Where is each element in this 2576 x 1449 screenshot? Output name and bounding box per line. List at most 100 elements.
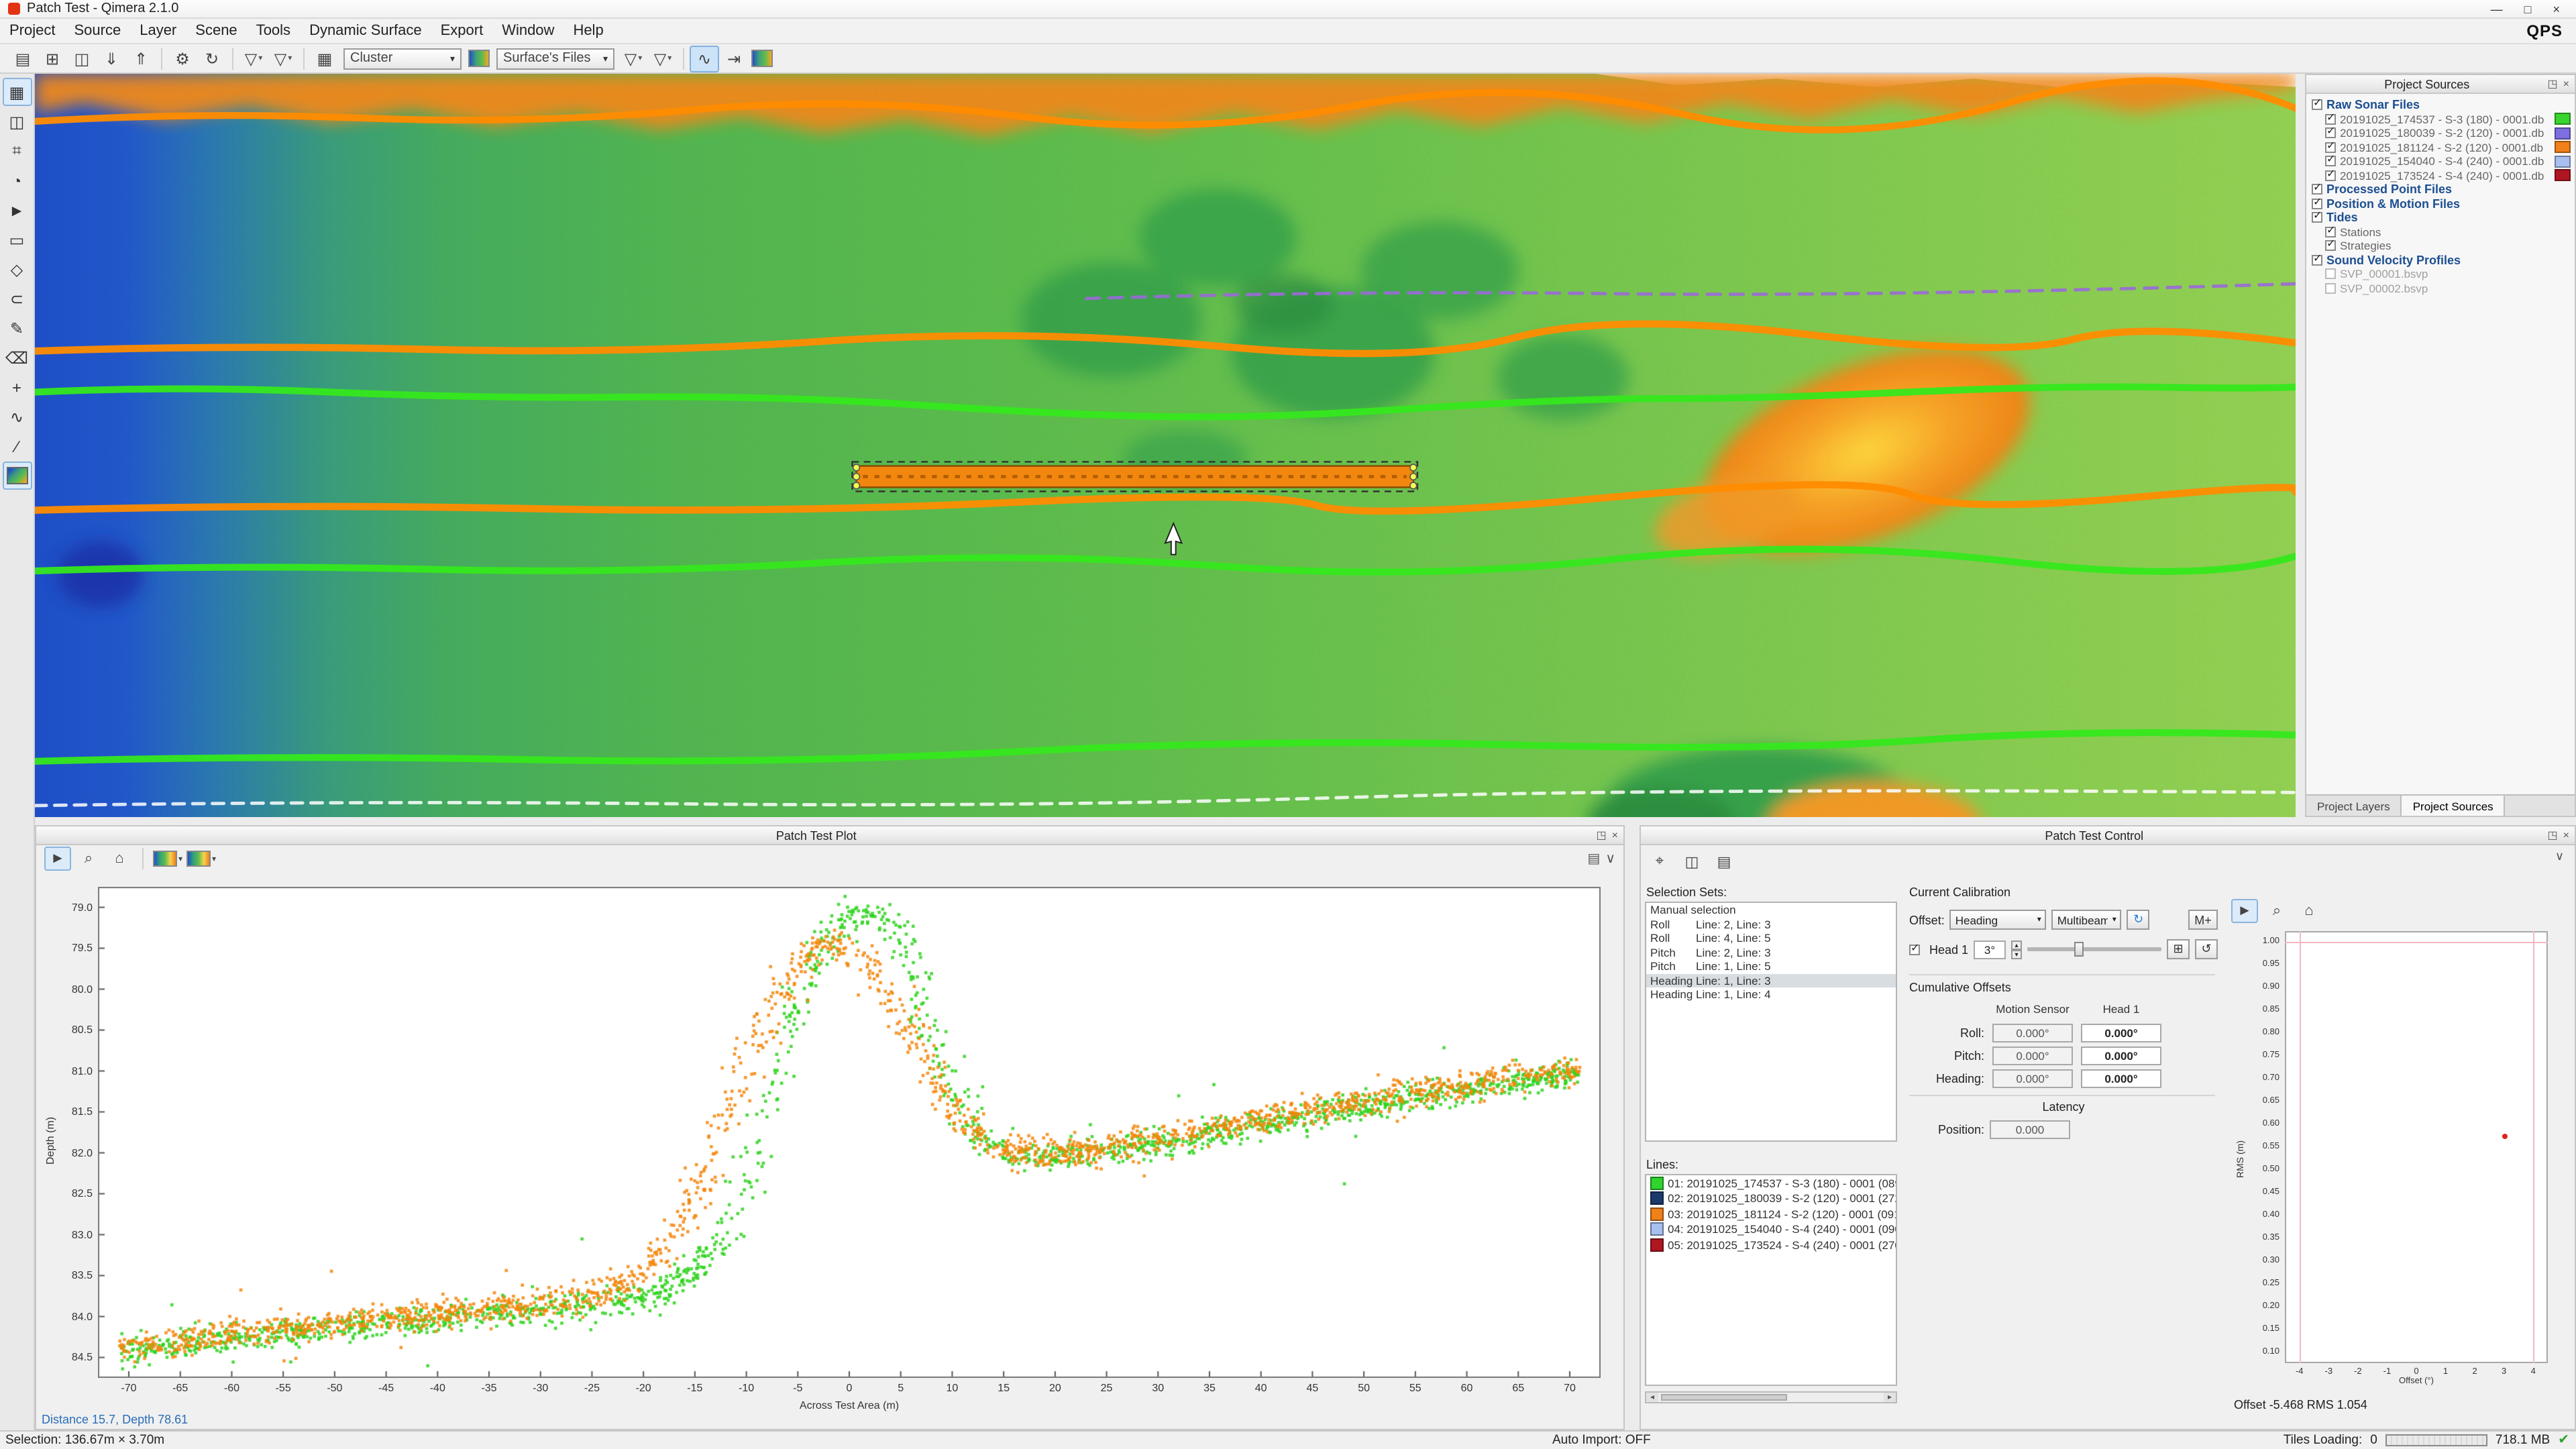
polygon-select-icon[interactable]: ◇	[2, 255, 32, 283]
tree-row[interactable]: 20191025_174537 - S-3 (180) - 0001.db	[2306, 112, 2575, 126]
tree-checkbox[interactable]	[2325, 170, 2336, 181]
tree-checkbox[interactable]	[2325, 156, 2336, 167]
menu-item-source[interactable]: Source	[65, 23, 131, 39]
lasso-select-icon[interactable]: ⊂	[2, 284, 32, 313]
save-selection-icon[interactable]: ◫	[1678, 849, 1705, 873]
sonar-select[interactable]: Multibeam	[2052, 910, 2122, 930]
plot-colormap2-button[interactable]	[186, 851, 216, 867]
tab-project-layers[interactable]: Project Layers	[2306, 796, 2402, 816]
import-data-icon[interactable]: ⇓	[97, 45, 126, 72]
map-dock-splitter[interactable]	[2296, 74, 2305, 817]
rect-select-icon[interactable]: ▭	[2, 225, 32, 254]
line-row[interactable]: 03: 20191025_181124 - S-2 (120) - 0001 (…	[1646, 1206, 1896, 1222]
surface-swatch-icon[interactable]	[468, 50, 490, 67]
plot-float-icon[interactable]	[1597, 829, 1607, 841]
save-project-icon[interactable]: ◫	[67, 45, 97, 72]
tree-row[interactable]: Stations	[2306, 225, 2575, 239]
memory-plus-button[interactable]: M+	[2188, 910, 2218, 930]
tree-checkbox[interactable]	[2312, 184, 2322, 195]
maximize-button[interactable]: □	[2524, 2, 2532, 15]
angle-field[interactable]: 3°	[1974, 940, 2006, 959]
line-row[interactable]: 01: 20191025_174537 - S-3 (180) - 0001 (…	[1646, 1175, 1896, 1191]
position-field[interactable]: 0.000	[1990, 1120, 2070, 1139]
minimize-button[interactable]: —	[2491, 2, 2503, 15]
tree-row[interactable]: 20191025_180039 - S-2 (120) - 0001.db	[2306, 126, 2575, 140]
export-data-icon[interactable]: ⇑	[126, 45, 156, 72]
tree-row[interactable]: Raw Sonar Files	[2306, 98, 2575, 112]
menu-item-dynamic-surface[interactable]: Dynamic Surface	[300, 23, 431, 39]
apply-grid-icon[interactable]: ⊞	[2167, 939, 2190, 959]
filter-lines-icon[interactable]: ▽▾	[648, 45, 678, 72]
selection-set-row[interactable]: HeadingLine: 1, Line: 3	[1646, 973, 1896, 987]
plot-home-icon[interactable]: ⌂	[106, 847, 133, 871]
tab-project-sources[interactable]: Project Sources	[2402, 796, 2506, 816]
sources-float-icon[interactable]	[2548, 78, 2558, 90]
menu-item-scene[interactable]: Scene	[186, 23, 246, 39]
control-close-icon[interactable]	[2563, 829, 2569, 841]
tree-row[interactable]: SVP_00002.bsvp	[2306, 281, 2575, 295]
scatter-plot-canvas[interactable]	[98, 887, 1601, 1378]
selection-set-row[interactable]: RollLine: 4, Line: 5	[1646, 931, 1896, 945]
selection-set-row[interactable]: Manual selection	[1646, 903, 1896, 917]
tree-checkbox[interactable]	[2312, 213, 2322, 223]
menu-item-tools[interactable]: Tools	[247, 23, 300, 39]
head1-checkbox[interactable]	[1909, 944, 1920, 955]
select-ping-icon[interactable]: ⌖	[1646, 849, 1673, 873]
erase-icon[interactable]: ⌫	[2, 343, 32, 372]
settings-icon[interactable]: ⚙	[168, 45, 197, 72]
profile-tool-icon[interactable]: ∿	[2, 402, 32, 431]
surface-files-select[interactable]: Surface's Files	[496, 48, 614, 69]
menu-item-help[interactable]: Help	[564, 23, 612, 39]
filter-sort-icon[interactable]: ▽▾	[239, 45, 268, 72]
tree-checkbox[interactable]	[2312, 100, 2322, 111]
angle-spinner[interactable]: ▴▾	[2011, 940, 2022, 959]
bottom-splitter[interactable]	[1625, 825, 1640, 1430]
plot-options-icon[interactable]: ▤	[1587, 851, 1600, 866]
scroll-left-icon[interactable]: ◂	[1646, 1393, 1658, 1402]
plot-chevron-icon[interactable]	[1605, 851, 1615, 866]
reprocess-icon[interactable]: ↻	[197, 45, 227, 72]
slider-handle[interactable]	[2074, 942, 2084, 957]
tree-checkbox[interactable]	[2325, 114, 2336, 125]
scroll-right-icon[interactable]: ▸	[1884, 1393, 1896, 1402]
cluster-select[interactable]: Cluster	[343, 48, 462, 69]
window-close-button[interactable]: ×	[2553, 2, 2560, 15]
selection-set-row[interactable]: PitchLine: 2, Line: 3	[1646, 945, 1896, 959]
undo-icon[interactable]: ↺	[2195, 939, 2218, 959]
horizontal-splitter[interactable]	[35, 817, 2576, 825]
open-project-icon[interactable]: ⊞	[38, 45, 67, 72]
rms-zoom-icon[interactable]: ⌕	[2263, 899, 2290, 923]
line-row[interactable]: 02: 20191025_180039 - S-2 (120) - 0001 (…	[1646, 1191, 1896, 1206]
tree-row[interactable]: Sound Velocity Profiles	[2306, 253, 2575, 267]
sources-close-icon[interactable]	[2563, 78, 2569, 90]
measure-tool-icon[interactable]: ∕	[2, 432, 32, 460]
lines-hscrollbar[interactable]: ◂ ▸	[1645, 1391, 1897, 1403]
tree-row[interactable]: Position & Motion Files	[2306, 197, 2575, 211]
cursor-select-icon[interactable]: ►	[2, 196, 32, 224]
offset-type-select[interactable]: Heading	[1950, 910, 2047, 930]
line-row[interactable]: 05: 20191025_173524 - S-4 (240) - 0001 (…	[1646, 1237, 1896, 1252]
pick-point-icon[interactable]: +	[2, 373, 32, 401]
colormap-icon[interactable]	[751, 50, 773, 67]
tree-checkbox[interactable]	[2325, 128, 2336, 139]
crossline-tool-icon[interactable]: ⇥	[719, 45, 749, 72]
plot-cursor-icon[interactable]: ►	[44, 847, 71, 871]
tree-checkbox[interactable]	[2325, 269, 2336, 280]
motion-sensor-field[interactable]: 0.000°	[1992, 1046, 2073, 1065]
rms-cursor-icon[interactable]: ►	[2231, 899, 2258, 923]
filter-icon[interactable]: ▽▾	[268, 45, 298, 72]
plot-zoom-icon[interactable]: ⌕	[75, 847, 102, 871]
offset-slider[interactable]	[2027, 947, 2161, 951]
scroll-track[interactable]	[1658, 1393, 1884, 1402]
tree-checkbox[interactable]	[2325, 241, 2336, 252]
edit-area-icon[interactable]: ✎	[2, 314, 32, 342]
plot-close-icon[interactable]	[1612, 829, 1618, 841]
swath-view-icon[interactable]: ◫	[2, 107, 32, 136]
cluster-grid-icon[interactable]: ▦	[310, 45, 339, 72]
report-icon[interactable]: ▤	[1711, 849, 1737, 873]
rms-home-icon[interactable]: ⌂	[2296, 899, 2322, 923]
tree-row[interactable]: Processed Point Files	[2306, 182, 2575, 197]
lines-list[interactable]: 01: 20191025_174537 - S-3 (180) - 0001 (…	[1645, 1174, 1897, 1386]
map-viewport[interactable]	[35, 74, 2296, 817]
scroll-thumb[interactable]	[1661, 1394, 1788, 1401]
